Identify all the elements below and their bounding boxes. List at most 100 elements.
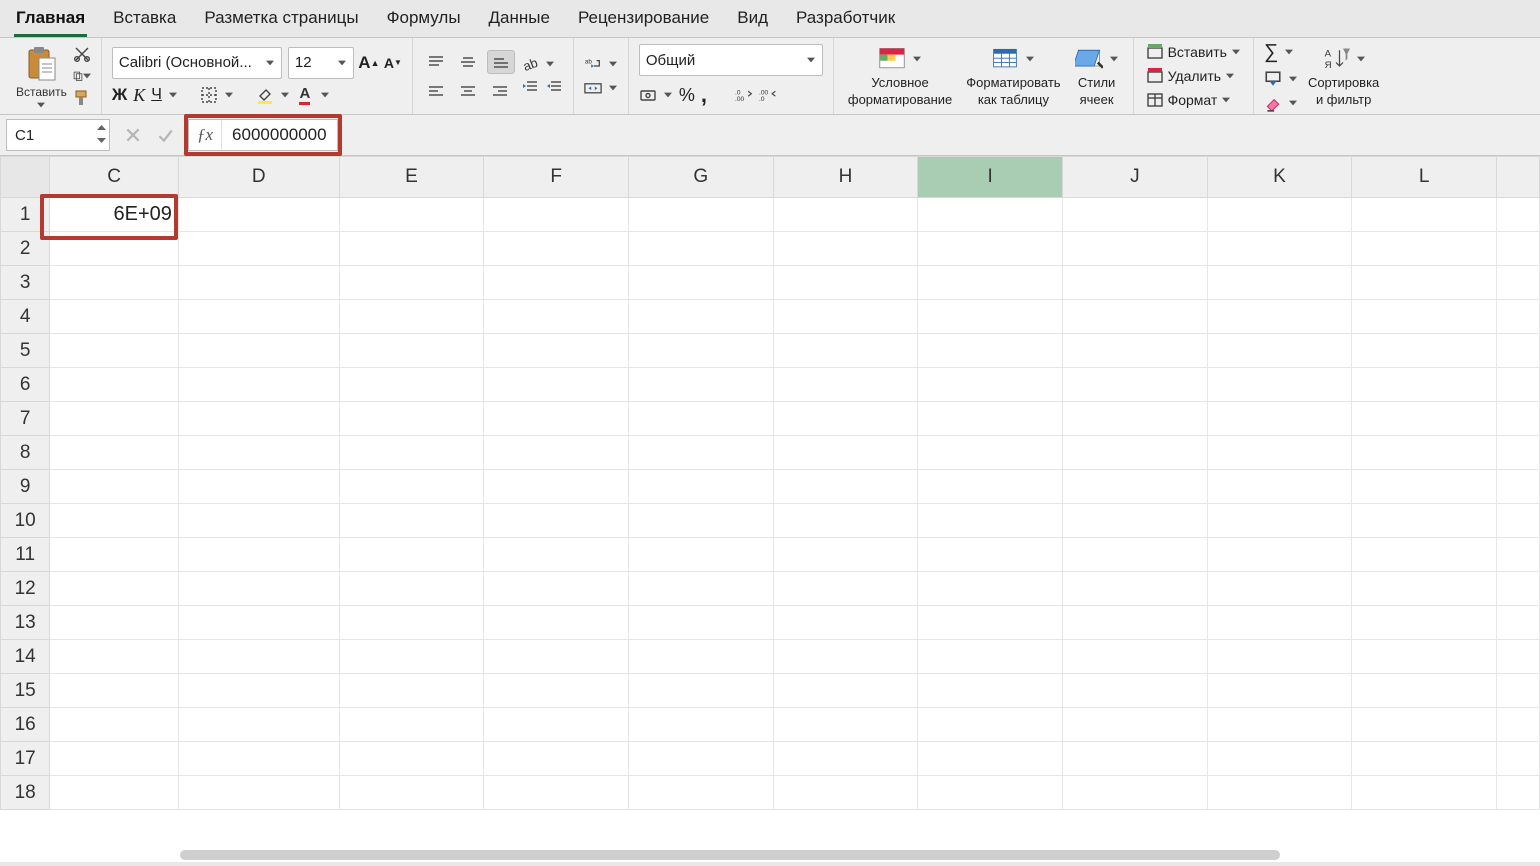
cell[interactable]: [1207, 334, 1352, 368]
currency-icon[interactable]: [639, 86, 657, 104]
cell[interactable]: [1063, 266, 1208, 300]
cell[interactable]: [484, 606, 629, 640]
cell[interactable]: [918, 674, 1063, 708]
cell[interactable]: [1207, 606, 1352, 640]
cell[interactable]: [1063, 674, 1208, 708]
decrease-font-icon[interactable]: A▼: [384, 54, 402, 72]
cell[interactable]: [339, 436, 484, 470]
col-header-E[interactable]: E: [339, 157, 484, 198]
font-color-dropdown-icon[interactable]: [320, 92, 330, 98]
cell[interactable]: [1207, 742, 1352, 776]
copy-icon[interactable]: [73, 67, 91, 85]
cell[interactable]: [1497, 742, 1540, 776]
cell[interactable]: [1207, 368, 1352, 402]
cell[interactable]: [918, 266, 1063, 300]
cell[interactable]: [50, 266, 179, 300]
decrease-indent-icon[interactable]: [521, 79, 539, 97]
cell[interactable]: [773, 776, 918, 810]
cell[interactable]: [50, 300, 179, 334]
fill-dropdown-icon[interactable]: [1288, 76, 1298, 82]
cell[interactable]: [1207, 470, 1352, 504]
cell[interactable]: [918, 572, 1063, 606]
cell[interactable]: [178, 334, 339, 368]
formula-input[interactable]: 6000000000: [222, 125, 337, 145]
cell[interactable]: [1352, 572, 1497, 606]
font-color-icon[interactable]: А: [296, 86, 314, 104]
cell[interactable]: [918, 776, 1063, 810]
col-header-F[interactable]: F: [484, 157, 629, 198]
cell[interactable]: [628, 538, 773, 572]
cell[interactable]: [628, 640, 773, 674]
cell[interactable]: [339, 538, 484, 572]
cell[interactable]: [50, 708, 179, 742]
cell[interactable]: [628, 334, 773, 368]
cell[interactable]: [339, 300, 484, 334]
tab-page-layout[interactable]: Разметка страницы: [202, 4, 360, 37]
sort-filter-button[interactable]: АЯ Сортировка и фильтр: [1304, 45, 1383, 107]
cell[interactable]: [178, 436, 339, 470]
cell[interactable]: [628, 742, 773, 776]
cell[interactable]: [178, 640, 339, 674]
row-header[interactable]: 14: [1, 640, 50, 674]
tab-data[interactable]: Данные: [487, 4, 552, 37]
row-header[interactable]: 15: [1, 674, 50, 708]
cell[interactable]: [1352, 198, 1497, 232]
cell[interactable]: [1352, 402, 1497, 436]
horizontal-scrollbar[interactable]: [180, 850, 1280, 860]
cell[interactable]: [1207, 538, 1352, 572]
row-header[interactable]: 18: [1, 776, 50, 810]
cell[interactable]: [628, 232, 773, 266]
clear-icon[interactable]: [1264, 94, 1282, 112]
cell[interactable]: [339, 742, 484, 776]
align-left-icon[interactable]: [423, 80, 449, 102]
cell[interactable]: [1207, 572, 1352, 606]
cell[interactable]: [1352, 436, 1497, 470]
cell[interactable]: [339, 776, 484, 810]
cell[interactable]: [178, 538, 339, 572]
cell[interactable]: [484, 708, 629, 742]
cell[interactable]: [918, 334, 1063, 368]
tab-review[interactable]: Рецензирование: [576, 4, 711, 37]
cell[interactable]: [50, 436, 179, 470]
cell[interactable]: [484, 368, 629, 402]
cell[interactable]: [1352, 708, 1497, 742]
cell[interactable]: [1497, 606, 1540, 640]
cell[interactable]: [628, 266, 773, 300]
cell[interactable]: [50, 334, 179, 368]
col-header-H[interactable]: H: [773, 157, 918, 198]
cell[interactable]: [339, 470, 484, 504]
row-header[interactable]: 6: [1, 368, 50, 402]
align-right-icon[interactable]: [487, 80, 513, 102]
cell[interactable]: [1063, 232, 1208, 266]
fill-color-icon[interactable]: [256, 86, 274, 104]
cell[interactable]: [339, 504, 484, 538]
wrap-text-icon[interactable]: ab: [584, 55, 602, 73]
cell[interactable]: [484, 402, 629, 436]
cell[interactable]: [339, 640, 484, 674]
col-header-K[interactable]: K: [1207, 157, 1352, 198]
cell[interactable]: [773, 368, 918, 402]
sheet-table[interactable]: C D E F G H I J K L 16E+0923456789101112…: [0, 156, 1540, 810]
orientation-dropdown-icon[interactable]: [545, 61, 555, 67]
cell[interactable]: [1352, 504, 1497, 538]
cell[interactable]: [50, 368, 179, 402]
conditional-formatting-button[interactable]: Условное форматирование: [844, 45, 956, 107]
autosum-icon[interactable]: ∑: [1264, 41, 1278, 64]
cell[interactable]: [484, 334, 629, 368]
cell[interactable]: [178, 300, 339, 334]
font-name-select[interactable]: Calibri (Основной...: [112, 47, 282, 79]
cell[interactable]: [1497, 402, 1540, 436]
format-cells-button[interactable]: Формат: [1144, 91, 1234, 109]
cell[interactable]: [773, 300, 918, 334]
name-box-up-icon[interactable]: [95, 121, 107, 133]
row-header[interactable]: 10: [1, 504, 50, 538]
row-header[interactable]: 8: [1, 436, 50, 470]
cell[interactable]: [178, 232, 339, 266]
cell[interactable]: [1063, 300, 1208, 334]
increase-decimal-icon[interactable]: .0.00: [735, 86, 753, 104]
cell[interactable]: [1063, 470, 1208, 504]
cell[interactable]: [339, 232, 484, 266]
autosum-dropdown-icon[interactable]: [1284, 49, 1294, 55]
underline-button[interactable]: Ч: [151, 86, 162, 104]
cell[interactable]: [1207, 232, 1352, 266]
